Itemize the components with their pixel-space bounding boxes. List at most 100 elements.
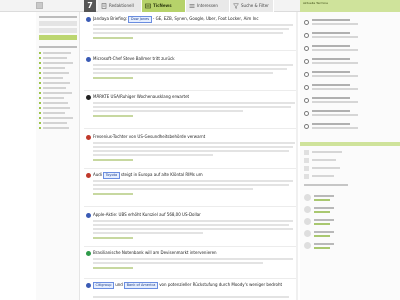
news-item-title[interactable]: Jandaya Briefing: Dow Jones - GE, EZB, S… bbox=[93, 16, 296, 23]
title-text: Microsoft-Chef Steve Ballmer tritt zurüc… bbox=[93, 56, 175, 61]
authors-heading bbox=[304, 184, 348, 186]
event-time bbox=[312, 84, 350, 86]
author-name[interactable] bbox=[314, 207, 334, 209]
legend-swatch bbox=[304, 158, 309, 163]
news-item-text bbox=[93, 106, 291, 108]
divider bbox=[84, 246, 296, 247]
event-title bbox=[312, 127, 358, 129]
tab-bar: Redaktionell TicNews Interessen Suche & … bbox=[98, 0, 274, 12]
author-name[interactable] bbox=[314, 231, 334, 233]
tab-redaktionell[interactable]: Redaktionell bbox=[98, 0, 142, 12]
author-handle[interactable] bbox=[314, 247, 330, 249]
legend-swatch bbox=[304, 166, 309, 171]
tab-suche-filter[interactable]: Suche & Filter bbox=[230, 0, 274, 12]
legend-swatch bbox=[304, 150, 309, 155]
news-item-text bbox=[93, 258, 293, 260]
sidebar-item[interactable] bbox=[43, 112, 65, 114]
tab-interessen[interactable]: Interessen bbox=[186, 0, 230, 12]
event-item[interactable] bbox=[304, 122, 396, 132]
sidebar-item[interactable] bbox=[43, 92, 72, 94]
news-item-meta bbox=[93, 77, 133, 79]
news-item-title[interactable]: Citigroup und Bank of America von potenz… bbox=[93, 282, 296, 295]
sidebar-item[interactable] bbox=[43, 52, 71, 54]
news-item-text bbox=[93, 142, 295, 144]
author-handle[interactable] bbox=[314, 211, 330, 213]
event-item[interactable] bbox=[304, 109, 396, 119]
ticker-chip[interactable]: Toyota bbox=[103, 172, 120, 179]
sidebar-item[interactable] bbox=[43, 57, 67, 59]
event-item[interactable] bbox=[304, 70, 396, 80]
event-item[interactable] bbox=[304, 57, 396, 67]
sidebar-button[interactable] bbox=[39, 21, 77, 26]
news-item-text bbox=[93, 102, 295, 104]
flag-us-icon bbox=[86, 57, 91, 62]
ticker-chip[interactable]: Citigroup bbox=[93, 282, 114, 289]
event-item[interactable] bbox=[304, 18, 396, 28]
legend-header bbox=[300, 142, 400, 146]
author-handle[interactable] bbox=[314, 235, 330, 237]
sidebar-item[interactable] bbox=[43, 87, 66, 89]
sidebar-item[interactable] bbox=[43, 102, 68, 104]
flag-de-icon bbox=[86, 95, 91, 100]
news-item-meta bbox=[93, 115, 133, 117]
author-handle[interactable] bbox=[314, 223, 330, 225]
title-text: Audi bbox=[93, 172, 104, 177]
title-text: steigt in Europa auf alte Klöntal RIMs u… bbox=[119, 172, 203, 177]
day-badge: 7 bbox=[84, 0, 96, 12]
event-time bbox=[312, 45, 350, 47]
news-item-text bbox=[93, 72, 273, 74]
news-item-title[interactable]: Audi Toyota steigt in Europa auf alte Kl… bbox=[93, 172, 296, 179]
sidebar-button-active[interactable] bbox=[39, 35, 77, 40]
event-time bbox=[312, 123, 350, 125]
ticker-chip[interactable]: Dow Jones bbox=[128, 16, 152, 23]
clock-icon bbox=[304, 59, 309, 64]
ticker-chip[interactable]: Bank of America bbox=[124, 282, 158, 289]
sidebar-item[interactable] bbox=[43, 117, 73, 119]
news-item-title[interactable]: MÄRKTE USA/Ruhiger Wochenausklang erwart… bbox=[93, 94, 296, 100]
sidebar-item[interactable] bbox=[43, 122, 67, 124]
sidebar-item[interactable] bbox=[43, 77, 63, 79]
event-title bbox=[312, 36, 358, 38]
sidebar-button[interactable] bbox=[39, 28, 77, 33]
sidebar-item[interactable] bbox=[43, 72, 69, 74]
tab-ticnews[interactable]: TicNews bbox=[142, 0, 186, 12]
feed-scrollbar[interactable] bbox=[296, 12, 298, 300]
clock-icon bbox=[304, 46, 309, 51]
sidebar-item[interactable] bbox=[43, 62, 73, 64]
author-name[interactable] bbox=[314, 243, 334, 245]
news-item-title[interactable]: Microsoft-Chef Steve Ballmer tritt zurüc… bbox=[93, 56, 296, 62]
event-item[interactable] bbox=[304, 44, 396, 54]
events-panel bbox=[300, 12, 400, 300]
sidebar-heading bbox=[39, 46, 77, 48]
user-area[interactable] bbox=[36, 0, 80, 12]
news-item-title[interactable]: Apple-Aktie: UBS erhöht Kursziel auf 568… bbox=[93, 212, 296, 218]
event-item[interactable] bbox=[304, 31, 396, 41]
sidebar-item[interactable] bbox=[43, 82, 70, 84]
sidebar-heading bbox=[39, 16, 77, 18]
author-name[interactable] bbox=[314, 219, 334, 221]
event-title bbox=[312, 49, 358, 51]
events-header: Aktuelle Termine bbox=[300, 0, 400, 12]
sidebar-dot-icon bbox=[39, 107, 41, 109]
event-time bbox=[312, 58, 350, 60]
event-title bbox=[312, 88, 358, 90]
tab-label: Suche & Filter bbox=[241, 3, 269, 8]
flag-us-icon bbox=[86, 283, 91, 288]
event-item[interactable] bbox=[304, 96, 396, 106]
news-item-title[interactable]: Brasilianische Notenbank will am Devisen… bbox=[93, 250, 296, 256]
sidebar-item[interactable] bbox=[43, 107, 70, 109]
news-item-text bbox=[93, 296, 289, 298]
event-title bbox=[312, 62, 358, 64]
sidebar bbox=[36, 12, 80, 300]
news-item-title[interactable]: Fresenius-Tochter von US-Gesundheitsbehö… bbox=[93, 134, 296, 140]
filter-icon bbox=[233, 3, 239, 9]
sidebar-item[interactable] bbox=[43, 127, 69, 129]
sidebar-item[interactable] bbox=[43, 67, 65, 69]
author-avatar bbox=[304, 194, 311, 201]
sidebar-item[interactable] bbox=[43, 97, 64, 99]
event-item[interactable] bbox=[304, 83, 396, 93]
author-handle[interactable] bbox=[314, 199, 330, 201]
author-name[interactable] bbox=[314, 195, 334, 197]
news-item-text bbox=[93, 228, 293, 230]
news-feed: Jandaya Briefing: Dow Jones - GE, EZB, S… bbox=[84, 12, 296, 300]
